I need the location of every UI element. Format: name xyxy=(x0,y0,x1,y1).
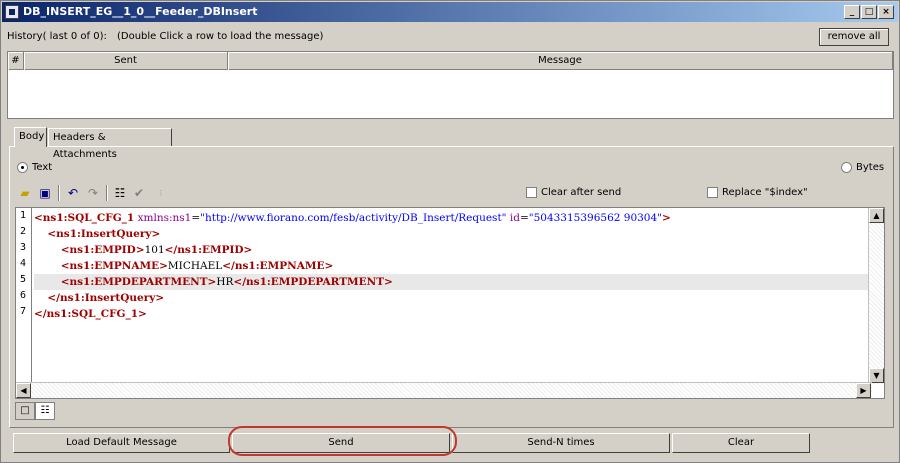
code-line[interactable]: <ns1:EMPDEPARTMENT>HR</ns1:EMPDEPARTMENT… xyxy=(34,274,393,290)
validate-icon[interactable]: ✔ xyxy=(131,185,147,201)
replace-index-checkbox[interactable] xyxy=(707,187,718,198)
bytes-radio-label: Bytes xyxy=(856,162,885,173)
line-number: 6 xyxy=(19,290,27,301)
code-token: <ns1:EMPNAME> xyxy=(60,260,168,272)
history-note: (Double Click a row to load the message) xyxy=(117,31,324,42)
replace-index-label: Replace "$index" xyxy=(722,187,808,198)
line-number: 2 xyxy=(19,226,27,237)
send-highlight-annotation xyxy=(228,426,457,456)
code-token: <ns1:InsertQuery> xyxy=(47,228,161,240)
history-table-header: # Sent Message xyxy=(8,52,893,70)
code-token: </ns1:EMPNAME> xyxy=(222,260,334,272)
code-token: <ns1:SQL_CFG_1 xyxy=(34,212,135,224)
code-token: </ns1:SQL_CFG_1> xyxy=(34,308,147,320)
clear-after-send-checkbox[interactable] xyxy=(526,187,537,198)
load-default-message-button[interactable]: Load Default Message xyxy=(13,433,230,453)
redo-icon[interactable]: ↷ xyxy=(85,185,101,201)
line-number: 4 xyxy=(19,258,27,269)
clear-after-send-label: Clear after send xyxy=(541,187,622,198)
code-token: <ns1:EMPDEPARTMENT> xyxy=(60,276,217,288)
toolbar-separator xyxy=(106,185,108,201)
bytes-radio[interactable] xyxy=(841,162,852,173)
save-icon[interactable]: ▣ xyxy=(37,185,53,201)
maximize-icon[interactable]: □ xyxy=(861,5,877,19)
column-header-sent[interactable]: Sent xyxy=(24,52,228,70)
code-token: "http://www.fiorano.com/fesb/activity/DB… xyxy=(200,212,507,224)
line-number: 7 xyxy=(19,306,27,317)
clear-button[interactable]: Clear xyxy=(672,433,810,453)
open-folder-icon[interactable]: ▰ xyxy=(17,185,33,201)
column-header-message[interactable]: Message xyxy=(228,52,893,70)
code-token: = xyxy=(191,212,201,224)
column-header-index[interactable]: # xyxy=(8,52,24,70)
scroll-down-icon[interactable]: ▼ xyxy=(869,368,884,383)
code-line[interactable]: <ns1:InsertQuery> xyxy=(34,226,160,242)
xml-editor[interactable]: 1 2 3 4 5 6 7 <ns1:SQL_CFG_1 xmlns:ns1="… xyxy=(15,207,885,399)
code-token: "5043315396562 90304" xyxy=(528,212,662,224)
history-label: History( last 0 of 0): xyxy=(7,31,107,42)
editor-toolbar: ▰ ▣ ↶ ↷ ☷ ✔ ⋮ Clear after send Replace "… xyxy=(15,182,887,204)
code-token: MICHAEL xyxy=(167,260,223,272)
code-token: id xyxy=(509,212,520,224)
code-line[interactable]: <ns1:EMPID>101</ns1:EMPID> xyxy=(34,242,253,258)
title-bar[interactable]: DB_INSERT_EG__1_0__Feeder_DBInsert _ □ × xyxy=(2,2,898,22)
text-radio-label: Text xyxy=(32,162,53,173)
plain-view-icon[interactable]: □ xyxy=(15,402,35,420)
tab-headers-attachments[interactable]: Headers & Attachments xyxy=(48,128,172,160)
undo-icon[interactable]: ↶ xyxy=(65,185,81,201)
scroll-right-icon[interactable]: ▶ xyxy=(856,383,871,398)
xpath-icon[interactable]: ⋮ xyxy=(153,185,169,201)
format-icon[interactable]: ☷ xyxy=(112,185,128,201)
code-token: = xyxy=(519,212,529,224)
code-line[interactable]: <ns1:EMPNAME>MICHAEL</ns1:EMPNAME> xyxy=(34,258,334,274)
line-number: 3 xyxy=(19,242,27,253)
history-table[interactable]: # Sent Message xyxy=(7,51,894,119)
text-radio[interactable] xyxy=(17,162,28,173)
horizontal-scrollbar[interactable]: ◀ ▶ xyxy=(16,382,872,398)
code-token: <ns1:EMPID> xyxy=(60,244,145,256)
code-token: > xyxy=(662,212,671,224)
code-area[interactable]: <ns1:SQL_CFG_1 xmlns:ns1="http://www.fio… xyxy=(34,208,872,384)
line-number-gutter: 1 2 3 4 5 6 7 xyxy=(16,208,32,384)
window-title: DB_INSERT_EG__1_0__Feeder_DBInsert xyxy=(23,5,258,18)
code-token: 101 xyxy=(144,244,165,256)
code-token: </ns1:EMPID> xyxy=(164,244,253,256)
close-icon[interactable]: × xyxy=(878,5,894,19)
code-line[interactable]: <ns1:SQL_CFG_1 xmlns:ns1="http://www.fio… xyxy=(34,210,671,226)
code-token: HR xyxy=(216,276,234,288)
minimize-icon[interactable]: _ xyxy=(844,5,860,19)
code-token: xmlns:ns1 xyxy=(137,212,192,224)
code-token: </ns1:EMPDEPARTMENT> xyxy=(233,276,393,288)
send-n-times-button[interactable]: Send-N times xyxy=(452,433,670,453)
app-window: DB_INSERT_EG__1_0__Feeder_DBInsert _ □ ×… xyxy=(0,0,900,463)
code-line[interactable]: </ns1:SQL_CFG_1> xyxy=(34,306,147,322)
tree-view-icon[interactable]: ☷ xyxy=(35,402,55,420)
line-number: 1 xyxy=(19,210,27,221)
app-icon xyxy=(5,5,19,19)
scroll-left-icon[interactable]: ◀ xyxy=(16,383,31,398)
toolbar-separator xyxy=(58,185,60,201)
code-line[interactable]: </ns1:InsertQuery> xyxy=(34,290,164,306)
remove-all-button[interactable]: remove all xyxy=(819,28,889,46)
tab-body[interactable]: Body xyxy=(14,127,47,147)
line-number: 5 xyxy=(19,274,27,285)
code-token: </ns1:InsertQuery> xyxy=(47,292,165,304)
scroll-up-icon[interactable]: ▲ xyxy=(869,208,884,223)
vertical-scrollbar[interactable]: ▲ ▼ xyxy=(868,208,884,384)
